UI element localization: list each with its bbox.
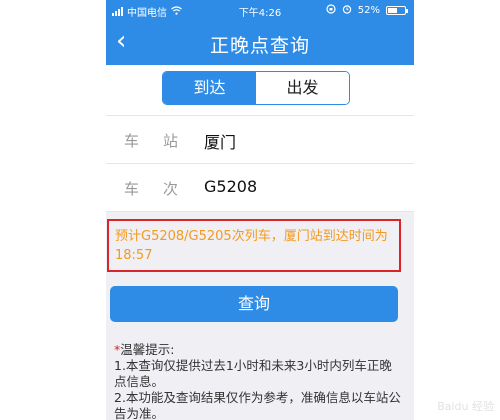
tab-area: 到达 出发 bbox=[106, 65, 414, 115]
status-bar: 中国电信 下午4:26 52% bbox=[106, 0, 414, 20]
phone-screen: 中国电信 下午4:26 52% ‹ 正晚点查询 到达 出发 车站 厦门 车次 G… bbox=[106, 0, 414, 420]
train-number-value: G5208 bbox=[204, 177, 258, 196]
alarm-icon bbox=[342, 4, 352, 17]
station-field[interactable]: 车站 厦门 bbox=[106, 115, 414, 163]
segmented-control: 到达 出发 bbox=[162, 71, 350, 105]
tab-departure[interactable]: 出发 bbox=[256, 72, 349, 104]
train-number-label: 车次 bbox=[124, 180, 203, 198]
background-left bbox=[0, 0, 106, 420]
orientation-lock-icon bbox=[326, 4, 336, 17]
status-right: 52% bbox=[326, 4, 408, 17]
tab-arrival[interactable]: 到达 bbox=[163, 72, 256, 104]
background-right bbox=[414, 0, 500, 420]
train-number-field[interactable]: 车次 G5208 bbox=[106, 163, 414, 212]
tips-title-line: *温馨提示: bbox=[114, 342, 404, 358]
result-box: 预计G5208/G5205次列车，厦门站到达时间为18:57 bbox=[107, 219, 401, 272]
nav-bar: ‹ 正晚点查询 bbox=[106, 20, 414, 65]
station-value: 厦门 bbox=[204, 133, 237, 152]
query-button[interactable]: 查询 bbox=[110, 286, 398, 322]
battery-percent: 52% bbox=[357, 5, 380, 16]
station-label: 车站 bbox=[124, 132, 203, 150]
tips-title: 温馨提示: bbox=[120, 342, 175, 357]
battery-icon bbox=[386, 6, 408, 15]
tip-line-2: 2.本功能及查询结果仅作为参考，准确信息以车站公告为准。 bbox=[114, 390, 401, 420]
tips-section: *温馨提示: 1.本查询仅提供过去1小时和未来3小时内列车正晚点信息。 2.本功… bbox=[114, 342, 404, 420]
watermark: Baidu 经验 bbox=[437, 400, 494, 413]
page-title: 正晚点查询 bbox=[209, 35, 310, 57]
result-text: 预计G5208/G5205次列车，厦门站到达时间为18:57 bbox=[115, 229, 388, 263]
tip-line-1: 1.本查询仅提供过去1小时和未来3小时内列车正晚点信息。 bbox=[114, 358, 392, 389]
